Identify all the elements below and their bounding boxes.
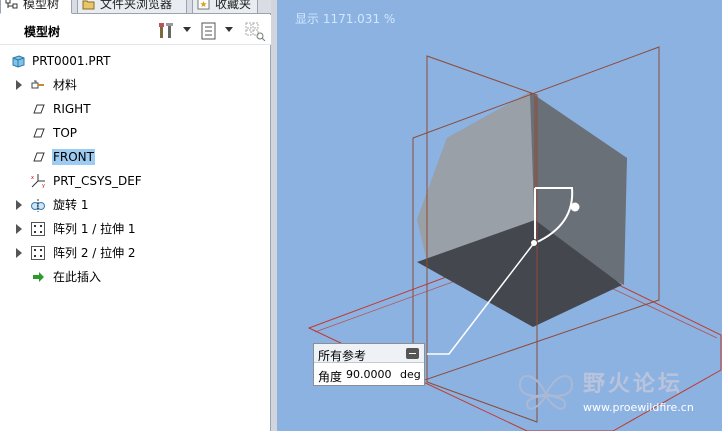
- expand-chevron-icon[interactable]: [16, 224, 22, 234]
- show-dropdown-chevron-icon[interactable]: [225, 27, 233, 32]
- tab-label: 文件夹浏览器: [100, 0, 173, 11]
- tree-item-pattern-2[interactable]: 阵列 2 / 拉伸 2: [0, 242, 271, 264]
- tree-item-top[interactable]: TOP: [0, 122, 271, 144]
- tree-item-label: 旋转 1: [53, 198, 89, 212]
- settings-dropdown-chevron-icon[interactable]: [183, 27, 191, 32]
- watermark-url: www.proewildfire.cn: [583, 401, 694, 414]
- tree-item-csys[interactable]: xy PRT_CSYS_DEF: [0, 170, 271, 192]
- references-header: 所有参考: [314, 344, 424, 363]
- forum-watermark: 野火论坛 www.proewildfire.cn: [513, 364, 719, 426]
- angle-unit: deg: [400, 368, 421, 381]
- pattern-icon: [31, 246, 45, 260]
- model-tree-icon: [5, 0, 18, 9]
- tree-item-label: 阵列 2 / 拉伸 2: [53, 246, 136, 260]
- settings-tools-icon[interactable]: [157, 21, 177, 41]
- material-icon: [31, 80, 44, 89]
- filter-icon[interactable]: [244, 21, 266, 41]
- tree-item-label: TOP: [53, 126, 78, 140]
- watermark-title: 野火论坛: [583, 372, 684, 397]
- datum-plane-icon: [33, 104, 45, 114]
- tree-item-label: FRONT: [52, 149, 95, 165]
- angle-label: 角度: [318, 370, 343, 384]
- tab-model-tree[interactable]: 模型树: [0, 0, 72, 14]
- favorites-icon: [197, 0, 210, 10]
- show-list-icon[interactable]: [199, 21, 219, 41]
- butterfly-logo-icon: [519, 375, 573, 410]
- tree-item-pattern-1[interactable]: 阵列 1 / 拉伸 1: [0, 218, 271, 240]
- tab-label: 收藏夹: [215, 0, 252, 11]
- model-tree-toolbar: 模型树: [0, 15, 271, 45]
- tab-favorites[interactable]: 收藏夹: [192, 0, 258, 14]
- angle-drag-handle[interactable]: [570, 202, 580, 212]
- revolve-icon: [31, 199, 45, 212]
- part-icon: [12, 55, 25, 68]
- datum-plane-icon: [33, 128, 45, 138]
- tree-root-label: PRT0001.PRT: [32, 54, 111, 68]
- panel-title: 模型树: [24, 25, 61, 39]
- expand-chevron-icon[interactable]: [16, 200, 22, 210]
- coordinate-system-icon: xy: [31, 174, 45, 189]
- panel-tabstrip: 模型树 文件夹浏览器 收藏夹: [0, 0, 271, 14]
- tree-item-label: RIGHT: [53, 102, 91, 116]
- expand-chevron-icon[interactable]: [16, 80, 22, 90]
- angle-value-field[interactable]: [346, 367, 398, 382]
- tab-folder-browser[interactable]: 文件夹浏览器: [77, 0, 187, 14]
- model-tree-panel: 模型树 文件夹浏览器 收藏夹 模型树 PRT0001.PRT 材料 RIGHT …: [0, 0, 271, 431]
- tree-item-insert-here[interactable]: 在此插入: [0, 266, 271, 288]
- collapse-minus-icon[interactable]: [406, 348, 419, 359]
- svg-text:y: y: [42, 183, 45, 189]
- folder-browser-icon: [82, 0, 95, 10]
- insert-here-arrow-icon: [33, 272, 44, 282]
- tree-item-front[interactable]: FRONT: [0, 146, 271, 168]
- tab-label: 模型树: [23, 0, 60, 11]
- tree-item-label: 阵列 1 / 拉伸 1: [53, 222, 136, 236]
- tree-item-revolve[interactable]: 旋转 1: [0, 194, 271, 216]
- svg-text:x: x: [31, 175, 34, 181]
- references-panel: 所有参考 角度 deg: [313, 343, 425, 386]
- pattern-icon: [31, 222, 45, 236]
- datum-plane-icon: [33, 152, 45, 162]
- tree-item-label: 材料: [53, 78, 78, 92]
- angle-row: 角度 deg: [314, 365, 424, 385]
- tree-item-material[interactable]: 材料: [0, 74, 271, 96]
- view-scale-text: 显示 1171.031 %: [295, 12, 396, 26]
- tree-item-right[interactable]: RIGHT: [0, 98, 271, 120]
- tree-item-label: 在此插入: [53, 270, 102, 284]
- references-title: 所有参考: [318, 349, 367, 363]
- graphics-window[interactable]: 显示 1171.031 % 所有参考 角度 deg 野火论坛 www.proew…: [277, 0, 722, 431]
- tree-root-part[interactable]: PRT0001.PRT: [0, 50, 271, 72]
- expand-chevron-icon[interactable]: [16, 248, 22, 258]
- tree-item-label: PRT_CSYS_DEF: [53, 174, 142, 188]
